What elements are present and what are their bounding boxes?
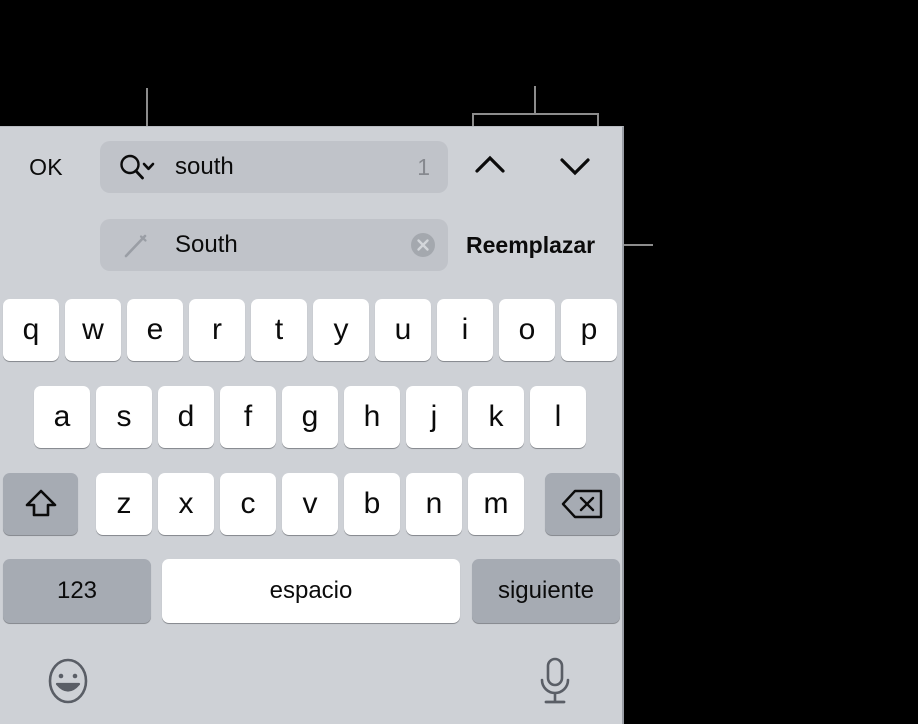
shift-arrow-up-icon [23,486,59,522]
key-n[interactable]: n [406,473,462,535]
key-g[interactable]: g [282,386,338,448]
key-e[interactable]: e [127,299,183,361]
key-label: siguiente [497,577,595,604]
key-label: s [116,400,132,433]
key-label: t [274,313,284,346]
clear-icon[interactable] [410,232,436,258]
ok-button-label: OK [29,153,63,180]
callout-bracket-tick-right [597,113,599,127]
callout-bracket-nav-arrows [472,113,599,115]
key-label: w [82,313,104,346]
key-label: e [146,313,164,346]
search-match-count: 1 [417,153,430,180]
keyboard-row-3: z x c v b n m [0,473,622,535]
key-label: r [212,313,222,346]
keyboard-row-4: 123 espacio siguiente [0,559,622,623]
key-label: j [430,400,438,433]
key-t[interactable]: t [251,299,307,361]
key-c[interactable]: c [220,473,276,535]
callout-bracket-tick-left [472,113,474,127]
callout-line-nav-stem [534,86,536,115]
key-k[interactable]: k [468,386,524,448]
keyboard-utility-row [0,641,622,721]
microphone-icon[interactable] [532,655,578,707]
key-label: y [333,313,349,346]
key-s[interactable]: s [96,386,152,448]
space-key[interactable]: espacio [162,559,460,623]
replace-input-value: South [175,231,238,258]
key-l[interactable]: l [530,386,586,448]
replace-button-label: Reemplazar [466,231,596,258]
key-w[interactable]: w [65,299,121,361]
key-label: p [580,313,598,346]
emoji-icon[interactable] [44,657,92,705]
key-label: v [302,487,318,520]
key-label: a [53,400,71,433]
search-input-value: south [175,153,234,180]
search-icon[interactable] [118,153,158,181]
key-b[interactable]: b [344,473,400,535]
key-label: q [22,313,40,346]
key-label: espacio [269,577,353,604]
key-r[interactable]: r [189,299,245,361]
key-h[interactable]: h [344,386,400,448]
delete-key[interactable] [545,473,620,535]
key-label: k [488,400,504,433]
key-o[interactable]: o [499,299,555,361]
key-label: u [394,313,412,346]
search-input[interactable]: south 1 [100,141,448,193]
key-u[interactable]: u [375,299,431,361]
replace-bar: South Reemplazar [0,219,622,271]
shift-key[interactable] [3,473,78,535]
find-previous-button[interactable] [467,145,513,189]
keyboard-row-1: q w e r t y u i o p [0,299,622,361]
key-label: i [461,313,469,346]
key-label: n [425,487,443,520]
key-x[interactable]: x [158,473,214,535]
key-label: m [483,487,509,520]
delete-backspace-icon [561,487,605,521]
next-key[interactable]: siguiente [472,559,620,623]
key-label: d [177,400,195,433]
key-label: c [240,487,256,520]
key-a[interactable]: a [34,386,90,448]
ok-button[interactable]: OK [24,141,68,193]
key-z[interactable]: z [96,473,152,535]
key-m[interactable]: m [468,473,524,535]
key-f[interactable]: f [220,386,276,448]
key-label: g [301,400,319,433]
pencil-icon [122,232,150,260]
key-v[interactable]: v [282,473,338,535]
key-d[interactable]: d [158,386,214,448]
replace-button[interactable]: Reemplazar [466,219,595,271]
key-q[interactable]: q [3,299,59,361]
key-label: f [243,400,253,433]
numbers-key[interactable]: 123 [3,559,151,623]
find-replace-keyboard-panel: OK south 1 South Reemplazar q w e r t y … [0,126,624,724]
key-label: x [178,487,194,520]
key-label: z [116,487,132,520]
key-i[interactable]: i [437,299,493,361]
key-label: h [363,400,381,433]
key-p[interactable]: p [561,299,617,361]
find-next-button[interactable] [552,145,598,189]
key-label: 123 [56,577,98,604]
key-label: b [363,487,381,520]
keyboard-row-2: a s d f g h j k l [0,386,622,448]
replace-input[interactable]: South [100,219,448,271]
key-label: o [518,313,536,346]
key-j[interactable]: j [406,386,462,448]
key-y[interactable]: y [313,299,369,361]
key-label: l [554,400,562,433]
find-bar: OK south 1 [0,141,622,193]
